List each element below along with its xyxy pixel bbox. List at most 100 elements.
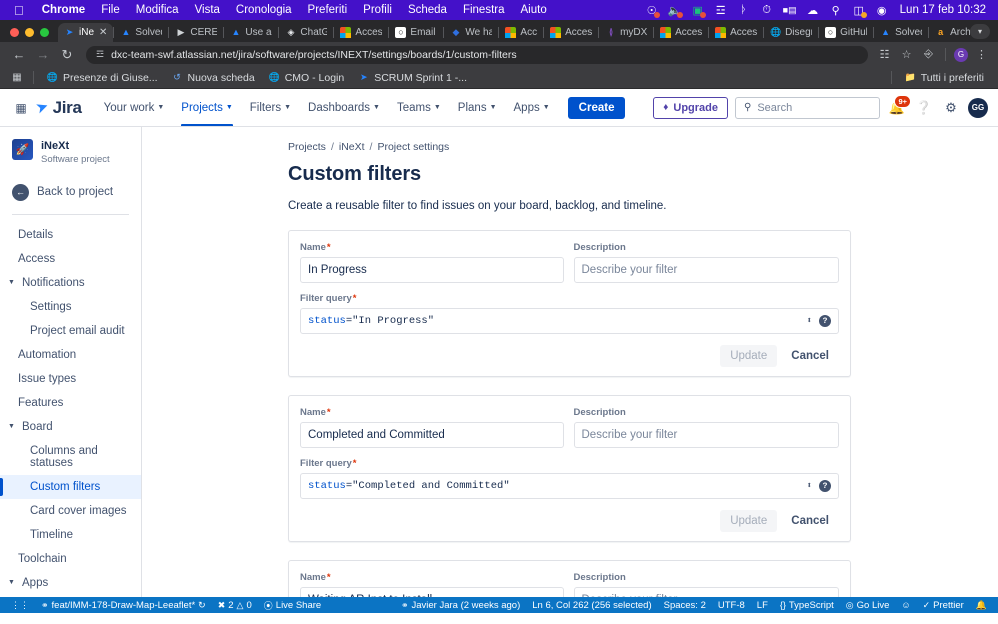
clipboard-icon[interactable]: ▣ (691, 3, 705, 17)
battery-icon[interactable]: ■▤ (783, 3, 797, 17)
chevron-down-icon[interactable]: ▾ (970, 24, 990, 39)
sidebar-item-features[interactable]: Features (0, 391, 141, 415)
bell-dot-icon[interactable]: 🔔 (970, 600, 993, 611)
profile-avatar[interactable]: G (954, 48, 968, 62)
prettier-status[interactable]: ✓ Prettier (917, 600, 970, 611)
address-bar[interactable]: ☲ dxc-team-swf.atlassian.net/jira/softwa… (86, 46, 868, 64)
cancel-button[interactable]: Cancel (781, 345, 839, 367)
close-tab-icon[interactable]: ✕ (99, 27, 107, 38)
eol-status[interactable]: LF (751, 600, 774, 611)
menu-scheda[interactable]: Scheda (400, 4, 455, 16)
browser-tab[interactable]: 🌐 Disegn (764, 23, 818, 42)
browser-tab[interactable]: ▲ Solved (874, 23, 928, 42)
sidebar-item-custom-filters[interactable]: Custom filters (0, 475, 141, 499)
browser-tab[interactable]: ➤ iNe ✕ (58, 23, 113, 42)
update-button[interactable]: Update (720, 345, 777, 367)
browser-tab[interactable]: ○ Email s (389, 23, 443, 42)
expand-diagonal-icon[interactable]: ⬍ (807, 316, 812, 326)
filter-description-input[interactable]: Describe your filter (574, 257, 840, 283)
menu-vista[interactable]: Vista (187, 4, 228, 16)
back-to-project-button[interactable]: ← Back to project (0, 179, 141, 206)
browser-tab[interactable]: ▲ Solved (114, 23, 168, 42)
site-settings-icon[interactable]: ☲ (96, 49, 104, 60)
jira-logo[interactable]: ➤ Jira (36, 98, 82, 118)
sidebar-item-details[interactable]: Details (0, 223, 141, 247)
sidebar-item-project-email-audit[interactable]: Project email audit (0, 319, 141, 343)
create-button[interactable]: Create (568, 97, 626, 119)
menubar-clock[interactable]: Lun 17 feb 10:32 (898, 4, 986, 16)
breadcrumb-project[interactable]: iNeXt (339, 141, 365, 153)
nav-item-teams[interactable]: Teams ▼ (389, 89, 449, 126)
sidebar-item-app-fields[interactable]: App fields (0, 595, 141, 597)
cursor-position-status[interactable]: Ln 6, Col 262 (256 selected) (526, 600, 657, 611)
live-share-button[interactable]: ⦿ Live Share (258, 599, 327, 612)
browser-tab[interactable]: ≬ myDXC (599, 23, 653, 42)
bluetooth-icon[interactable]: ᚦ (737, 3, 751, 17)
maximize-window-button[interactable] (40, 28, 49, 37)
nav-item-filters[interactable]: Filters ▼ (242, 89, 299, 126)
volume-icon[interactable]: 🔈 (668, 3, 682, 17)
sidebar-group-board[interactable]: ▼ Board (0, 415, 141, 439)
translate-icon[interactable]: ☷ (876, 46, 893, 63)
sidebar-group-notifications[interactable]: ▼ Notifications (0, 271, 141, 295)
browser-tab[interactable]: ◈ ChatGP (279, 23, 333, 42)
all-bookmarks-button[interactable]: 📁 Tutti i preferiti (899, 69, 990, 86)
sidebar-item-columns-and-statuses[interactable]: Columns and statuses (0, 439, 141, 475)
project-header[interactable]: 🚀 iNeXt Software project (0, 139, 141, 179)
nav-item-projects[interactable]: Projects ▼ (173, 89, 240, 126)
help-question-icon[interactable]: ❔ (914, 98, 934, 118)
bookmarks-apps-icon[interactable]: ▦ (8, 70, 26, 86)
reload-icon[interactable]: ↻ (56, 44, 78, 66)
display-icon[interactable]: ◫ (852, 3, 866, 17)
bookmark-star-icon[interactable]: ☆ (898, 46, 915, 63)
gear-icon[interactable]: ⚙ (941, 98, 961, 118)
menu-profili[interactable]: Profili (355, 4, 400, 16)
remote-connect-icon[interactable]: ⋮⋮ (5, 600, 35, 611)
minimize-window-button[interactable] (25, 28, 34, 37)
spotlight-search-icon[interactable]: ⚲ (829, 3, 843, 17)
close-window-button[interactable] (10, 28, 19, 37)
git-branch-status[interactable]: ⚭ feat/IMM-178-Draw-Map-Leeaflet* ↻ (35, 600, 212, 611)
browser-tab[interactable]: ▶ CERES (169, 23, 223, 42)
control-center-icon[interactable]: ◉ (875, 3, 889, 17)
menu-modifica[interactable]: Modifica (128, 4, 187, 16)
keychain-icon[interactable]: ☲ (714, 3, 728, 17)
forward-arrow-icon[interactable]: → (32, 44, 54, 66)
menu-aiuto[interactable]: Aiuto (513, 4, 555, 16)
indentation-status[interactable]: Spaces: 2 (658, 600, 712, 611)
kebab-menu-icon[interactable]: ⋮ (973, 46, 990, 63)
apple-logo-icon[interactable]:  (8, 4, 34, 17)
bookmark-item[interactable]: ↺ Nuova scheda (166, 69, 261, 86)
breadcrumb-project-settings[interactable]: Project settings (377, 141, 449, 153)
sidebar-item-toolchain[interactable]: Toolchain (0, 547, 141, 571)
upgrade-button[interactable]: ♦ Upgrade (653, 97, 728, 119)
browser-tab[interactable]: a Archite (929, 23, 970, 42)
expand-diagonal-icon[interactable]: ⬍ (807, 481, 812, 491)
wifi-icon[interactable]: ☁ (806, 3, 820, 17)
help-question-icon[interactable]: ? (819, 480, 831, 492)
time-machine-icon[interactable]: ⏱ (760, 3, 774, 17)
nav-item-dashboards[interactable]: Dashboards ▼ (300, 89, 388, 126)
problems-status[interactable]: ✖ 2 △ 0 (212, 600, 258, 611)
browser-tab[interactable]: Access (654, 23, 708, 42)
sidebar-item-issue-types[interactable]: Issue types (0, 367, 141, 391)
nav-item-plans[interactable]: Plans ▼ (450, 89, 505, 126)
bookmark-item[interactable]: ➤ SCRUM Sprint 1 -... (352, 69, 473, 86)
browser-tab[interactable]: Access (709, 23, 763, 42)
filter-description-input[interactable]: Describe your filter (574, 422, 840, 448)
account-icon[interactable]: ☺ (895, 600, 916, 610)
browser-tab[interactable]: Acc (499, 23, 543, 42)
menu-finestra[interactable]: Finestra (455, 4, 513, 16)
extensions-puzzle-icon[interactable]: ⎆ (920, 46, 937, 63)
help-question-icon[interactable]: ? (819, 315, 831, 327)
notifications-button[interactable]: 🔔 9+ (887, 98, 907, 118)
nav-item-apps[interactable]: Apps ▼ (506, 89, 558, 126)
browser-tab[interactable]: ◆ We hac (444, 23, 498, 42)
filter-name-input[interactable]: In Progress (300, 257, 564, 283)
update-button[interactable]: Update (720, 510, 777, 532)
filter-name-input[interactable]: Waiting AR Inst to Install (300, 587, 564, 597)
go-live-button[interactable]: ◎ Go Live (840, 600, 896, 611)
avatar[interactable]: GG (968, 98, 988, 118)
sidebar-group-apps[interactable]: ▼ Apps (0, 571, 141, 595)
bookmark-item[interactable]: 🌐 Presenze di Giuse... (41, 69, 164, 86)
